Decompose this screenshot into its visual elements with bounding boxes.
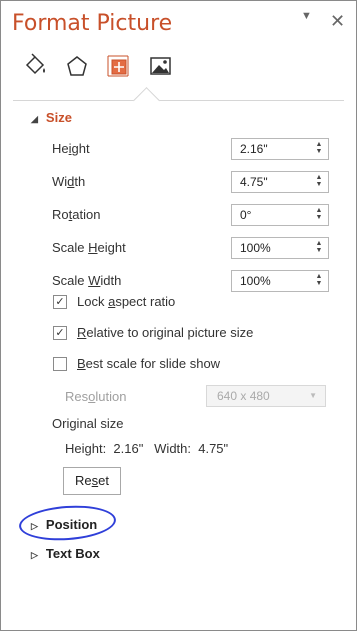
size-properties-icon [104,52,132,80]
close-icon[interactable]: ✕ [330,11,345,32]
collapse-triangle-icon: ◢ [31,114,38,124]
paint-bucket-icon [21,52,49,80]
tab-divider [13,100,344,101]
reset-button[interactable]: Reset [63,467,121,495]
tab-picture[interactable] [146,52,174,80]
format-picture-pane: Format Picture ▼ ✕ ◢ Size Height 2.16" ▲… [0,0,357,631]
spin-arrows-icon[interactable]: ▲ ▼ [314,174,324,188]
width-value[interactable]: 4.75" [240,175,268,189]
width-label: Width [52,174,86,189]
rotation-label: Rotation [52,207,101,222]
rotation-spinner[interactable]: 0° ▲ ▼ [231,204,329,226]
spin-arrows-icon[interactable]: ▲ ▼ [314,240,324,254]
rotation-value[interactable]: 0° [240,208,251,222]
tab-effects[interactable] [63,52,91,80]
chevron-down-icon: ▼ [309,391,317,400]
original-size-values: Height: 2.16" Width: 4.75" [65,441,229,456]
best-scale-label[interactable]: Best scale for slide show [77,356,220,371]
spin-arrows-icon[interactable]: ▲ ▼ [314,207,324,221]
scale-width-spinner[interactable]: 100% ▲ ▼ [231,270,329,292]
lock-aspect-checkbox[interactable]: ✓ [53,295,67,309]
section-size-header[interactable]: ◢ Size [31,110,72,125]
picture-icon [146,52,174,80]
tab-fill-line[interactable] [21,52,49,80]
expand-triangle-icon: ▷ [31,550,38,560]
relative-original-checkbox[interactable]: ✓ [53,326,67,340]
resolution-select: 640 x 480 ▼ [206,385,326,407]
checkmark-icon: ✓ [55,327,65,339]
original-size-label: Original size [52,416,124,431]
scale-height-spinner[interactable]: 100% ▲ ▼ [231,237,329,259]
scale-width-label: Scale Width [52,273,122,288]
spin-arrows-icon[interactable]: ▲ ▼ [314,273,324,287]
lock-aspect-label[interactable]: Lock aspect ratio [77,294,175,309]
scale-height-value[interactable]: 100% [240,241,271,255]
height-spinner[interactable]: 2.16" ▲ ▼ [231,138,329,160]
height-value[interactable]: 2.16" [240,142,268,156]
pane-options-dropdown-icon[interactable]: ▼ [301,10,312,22]
annotation-circle [17,502,118,544]
checkmark-icon: ✓ [55,296,65,308]
width-spinner[interactable]: 4.75" ▲ ▼ [231,171,329,193]
tab-strip [21,52,321,92]
resolution-value: 640 x 480 [217,389,270,403]
resolution-label: Resolution [65,389,127,404]
scale-height-label: Scale Height [52,240,126,255]
tab-size-properties[interactable] [104,52,132,80]
section-text-box-header[interactable]: ▷ Text Box [31,546,100,561]
best-scale-checkbox[interactable] [53,357,67,371]
height-label: Height [52,141,90,156]
pane-title: Format Picture [12,11,173,36]
scale-width-value[interactable]: 100% [240,274,271,288]
spin-arrows-icon[interactable]: ▲ ▼ [314,141,324,155]
relative-original-label[interactable]: Relative to original picture size [77,325,253,340]
pentagon-icon [63,52,91,80]
